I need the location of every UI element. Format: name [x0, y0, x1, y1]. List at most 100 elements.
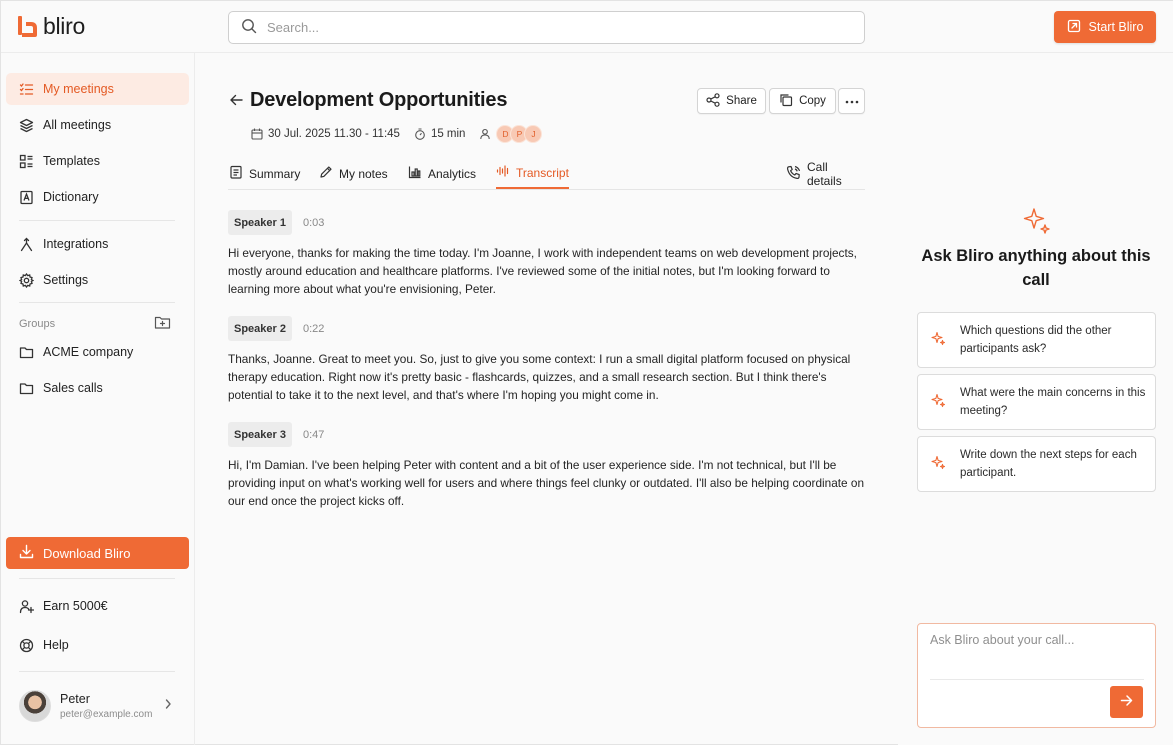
more-options-button[interactable]	[838, 88, 865, 114]
sidebar-divider	[19, 302, 175, 303]
sidebar-item-my-meetings[interactable]: My meetings	[6, 73, 189, 105]
sidebar-item-label: Dictionary	[43, 190, 99, 204]
share-button[interactable]: Share	[697, 88, 766, 114]
copy-icon	[779, 93, 793, 110]
meeting-meta: 30 Jul. 2025 11.30 - 11:45 15 min D P J	[251, 124, 556, 144]
templates-icon	[19, 154, 34, 169]
participants-icon	[479, 128, 491, 140]
share-label: Share	[726, 95, 757, 107]
add-folder-icon[interactable]	[154, 315, 171, 333]
meeting-duration: 15 min	[430, 128, 466, 140]
tab-label: Summary	[249, 166, 301, 181]
send-button[interactable]	[1110, 686, 1143, 718]
search-input[interactable]	[267, 20, 827, 35]
transcript-text: Thanks, Joanne. Great to meet you. So, j…	[228, 352, 851, 402]
sidebar-item-help[interactable]: Help	[6, 629, 189, 661]
sparkles-icon	[931, 331, 946, 349]
timestamp[interactable]: 0:03	[303, 217, 324, 229]
sidebar-item-earn[interactable]: Earn 5000€	[6, 590, 189, 622]
participant-avatar[interactable]: J	[524, 125, 543, 143]
start-bliro-button[interactable]: Start Bliro	[1054, 11, 1156, 43]
ask-input[interactable]	[930, 633, 1140, 673]
sidebar-item-dictionary[interactable]: Dictionary	[6, 181, 189, 213]
suggestion-text: What were the main concerns in this meet…	[960, 387, 1146, 417]
transcript-segment: Speaker 3 0:47 Hi, I'm Damian. I've been…	[228, 422, 868, 510]
top-bar: bliro Start Bliro	[1, 1, 1173, 53]
speaker-badge[interactable]: Speaker 1	[228, 210, 292, 235]
folder-icon	[19, 381, 34, 396]
download-bliro-button[interactable]: Download Bliro	[6, 537, 189, 569]
pencil-icon	[319, 165, 333, 182]
main-content: Development Opportunities Share Copy 30 …	[195, 53, 898, 745]
speaker-badge[interactable]: Speaker 3	[228, 422, 292, 447]
suggestion-text: Which questions did the other participan…	[960, 325, 1112, 355]
gear-icon	[19, 272, 34, 288]
sidebar-item-label: All meetings	[43, 118, 112, 132]
arrow-right-icon	[1120, 694, 1133, 710]
ask-divider	[930, 679, 1144, 680]
timestamp[interactable]: 0:22	[303, 323, 324, 335]
call-details-button[interactable]: Call details	[786, 158, 865, 189]
dictionary-icon	[19, 190, 34, 205]
sidebar-item-templates[interactable]: Templates	[6, 145, 189, 177]
sidebar-item-sales-calls[interactable]: Sales calls	[6, 372, 189, 404]
phone-icon	[786, 165, 801, 183]
sidebar-divider	[19, 671, 175, 672]
logo[interactable]: bliro	[17, 13, 85, 39]
copy-label: Copy	[799, 95, 826, 107]
tab-summary[interactable]: Summary	[229, 158, 300, 189]
back-arrow-icon[interactable]	[229, 93, 243, 110]
integrations-icon	[19, 237, 34, 252]
logo-mark-icon	[17, 15, 37, 37]
sidebar-item-label: Earn 5000€	[43, 599, 108, 613]
meeting-date: 30 Jul. 2025 11.30 - 11:45	[268, 128, 400, 140]
share-icon	[706, 92, 720, 110]
search-bar[interactable]	[228, 11, 865, 44]
tab-label: Transcript	[516, 165, 569, 180]
layers-icon	[19, 118, 34, 133]
download-bliro-label: Download Bliro	[43, 545, 131, 561]
sidebar: My meetings All meetings Templates Dicti…	[1, 53, 195, 745]
transcript-segment: Speaker 2 0:22 Thanks, Joanne. Great to …	[228, 316, 868, 404]
page-title: Development Opportunities	[250, 89, 508, 111]
tab-my-notes[interactable]: My notes	[319, 158, 388, 189]
suggestion-card[interactable]: Which questions did the other participan…	[917, 312, 1156, 368]
tab-analytics[interactable]: Analytics	[408, 158, 476, 189]
sidebar-item-label: Help	[43, 638, 69, 652]
more-horizontal-icon	[845, 95, 859, 107]
list-icon	[19, 82, 34, 97]
add-user-icon	[19, 599, 34, 614]
bar-chart-icon	[408, 165, 422, 182]
tab-transcript[interactable]: Transcript	[496, 158, 569, 189]
user-profile[interactable]: Peter peter@example.com	[19, 688, 179, 724]
copy-button[interactable]: Copy	[769, 88, 836, 114]
sidebar-item-integrations[interactable]: Integrations	[6, 228, 189, 260]
external-window-icon	[1067, 19, 1081, 36]
sparkles-icon	[931, 393, 946, 411]
transcript-text: Hi, I'm Damian. I've been helping Peter …	[228, 458, 865, 508]
timestamp[interactable]: 0:47	[303, 429, 324, 441]
sidebar-item-label: Templates	[43, 154, 100, 168]
sidebar-item-all-meetings[interactable]: All meetings	[6, 109, 189, 141]
suggestion-text: Write down the next steps for each parti…	[960, 449, 1137, 479]
suggestion-card[interactable]: Write down the next steps for each parti…	[917, 436, 1156, 492]
search-icon	[241, 18, 257, 37]
stopwatch-icon	[414, 128, 426, 140]
transcript-segment: Speaker 1 0:03 Hi everyone, thanks for m…	[228, 210, 868, 298]
waveform-icon	[496, 164, 510, 181]
download-icon	[19, 544, 34, 562]
app-window: bliro Start Bliro My meetings A	[0, 0, 1173, 745]
groups-heading: Groups	[19, 318, 56, 330]
suggestion-card[interactable]: What were the main concerns in this meet…	[917, 374, 1156, 430]
assistant-title: Ask Bliro anything about this call	[921, 247, 1151, 289]
sidebar-item-settings[interactable]: Settings	[6, 264, 189, 296]
sidebar-item-label: My meetings	[43, 82, 114, 96]
tab-label: My notes	[339, 166, 388, 181]
sidebar-item-label: Integrations	[43, 237, 109, 251]
sidebar-item-acme-company[interactable]: ACME company	[6, 336, 189, 368]
logo-text: bliro	[43, 13, 85, 39]
start-bliro-label: Start Bliro	[1088, 20, 1144, 34]
speaker-badge[interactable]: Speaker 2	[228, 316, 292, 341]
document-icon	[229, 165, 243, 182]
sidebar-divider	[19, 578, 175, 579]
